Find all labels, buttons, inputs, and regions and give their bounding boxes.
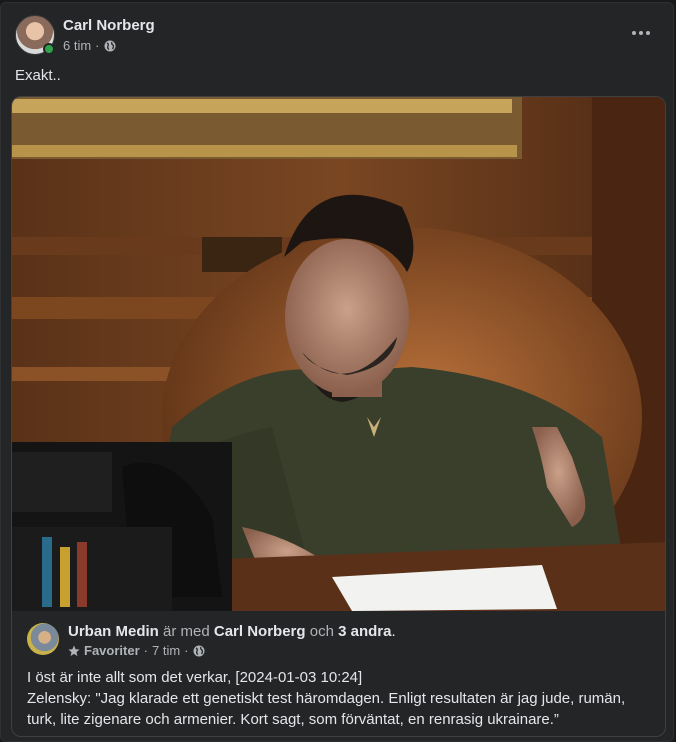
meta-separator: · xyxy=(143,643,148,658)
shared-author-line: Urban Medin är med Carl Norberg och 3 an… xyxy=(68,623,396,640)
meta-separator: · xyxy=(95,38,100,53)
with-text: är med xyxy=(163,623,210,640)
post-meta: 6 tim · xyxy=(63,38,116,53)
post-text: Exakt.. xyxy=(15,67,61,84)
globe-icon[interactable] xyxy=(193,645,205,657)
shared-post-meta: Favoriter · 7 tim · xyxy=(68,643,205,658)
post-card: Carl Norberg 6 tim · Exakt.. Urban Medin… xyxy=(0,2,674,742)
globe-icon[interactable] xyxy=(104,40,116,52)
shared-post-text: I öst är inte allt som det verkar, [2024… xyxy=(27,667,653,730)
shared-post-time[interactable]: 7 tim xyxy=(152,643,180,658)
post-header: Carl Norberg 6 tim · xyxy=(15,15,659,59)
more-options-button[interactable] xyxy=(629,21,653,45)
shared-post-header: Urban Medin är med Carl Norberg och 3 an… xyxy=(27,623,655,659)
tagged-person[interactable]: Carl Norberg xyxy=(214,623,306,640)
and-text: och xyxy=(309,623,334,640)
meta-separator: · xyxy=(184,643,189,658)
more-horizontal-icon xyxy=(632,31,650,35)
favorites-label[interactable]: Favoriter xyxy=(84,643,140,658)
star-icon xyxy=(68,645,80,656)
shared-text-line1: I öst är inte allt som det verkar, [2024… xyxy=(27,669,363,686)
shared-post[interactable]: Urban Medin är med Carl Norberg och 3 an… xyxy=(11,96,666,737)
shared-author-avatar[interactable] xyxy=(27,623,59,655)
post-time[interactable]: 6 tim xyxy=(63,38,91,53)
online-status-indicator xyxy=(43,43,55,55)
others-link[interactable]: 3 andra xyxy=(338,623,391,640)
author-name[interactable]: Carl Norberg xyxy=(63,17,155,34)
shared-author-name[interactable]: Urban Medin xyxy=(68,623,159,640)
period: . xyxy=(391,623,396,640)
shared-text-line2: Zelensky: "Jag klarade ett genetiskt tes… xyxy=(27,690,626,728)
post-photo[interactable] xyxy=(12,97,666,611)
